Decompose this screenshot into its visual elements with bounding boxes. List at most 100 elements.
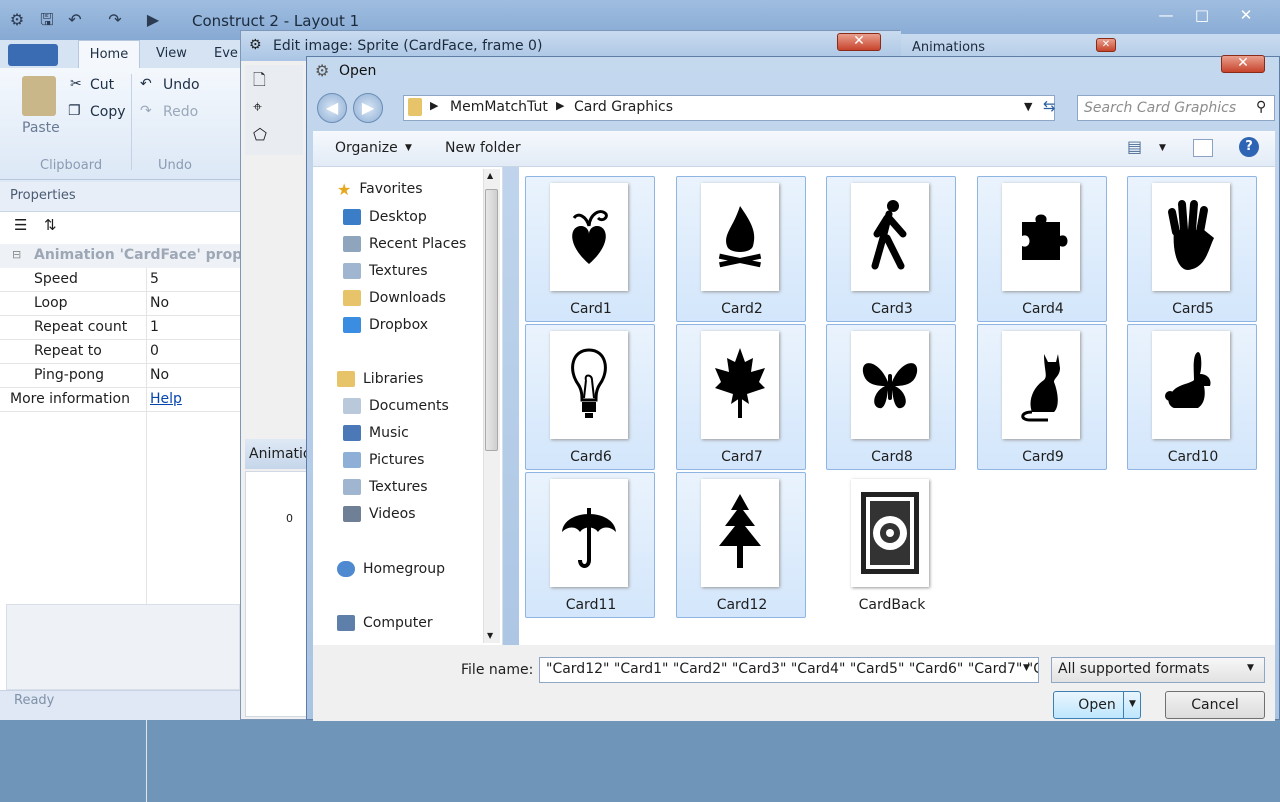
redo-button-icon[interactable]: ↷ — [140, 103, 152, 119]
file-tile-card9[interactable]: Card9 — [977, 324, 1107, 470]
copy-icon[interactable]: ❐ — [68, 103, 81, 119]
run-layout-icon[interactable]: ▶ — [142, 10, 164, 30]
paste-icon[interactable] — [22, 76, 56, 116]
edit-close-icon[interactable]: ✕ — [837, 33, 881, 51]
file-tile-card11[interactable]: Card11 — [525, 472, 655, 618]
redo-button[interactable]: Redo — [163, 104, 198, 120]
new-folder-button[interactable]: New folder — [445, 140, 521, 156]
minimize-icon[interactable]: — — [1148, 6, 1184, 26]
close-icon[interactable]: ✕ — [1228, 6, 1264, 26]
open-split-dropdown-icon[interactable]: ▼ — [1123, 691, 1141, 719]
polygon-icon[interactable]: ⬠ — [253, 125, 267, 144]
property-row-loop[interactable]: Loop No — [0, 292, 240, 316]
organize-menu[interactable]: Organize — [335, 140, 398, 156]
nav-textures-library[interactable]: Textures — [343, 475, 428, 499]
categorized-view-icon[interactable]: ☰ — [14, 216, 27, 234]
help-icon[interactable]: ? — [1239, 137, 1259, 157]
copy-button[interactable]: Copy — [90, 104, 126, 120]
search-icon[interactable]: ⚲ — [1256, 99, 1266, 115]
property-value[interactable]: 0 — [150, 343, 159, 359]
nav-dropbox[interactable]: Dropbox — [343, 313, 428, 337]
redo-icon[interactable]: ↷ — [104, 10, 126, 30]
file-tile-card10[interactable]: Card10 — [1127, 324, 1257, 470]
property-row-repeat-count[interactable]: Repeat count 1 — [0, 316, 240, 340]
nav-textures[interactable]: Textures — [343, 259, 428, 283]
animation-frames-tab[interactable]: Animatio — [245, 439, 312, 469]
save-icon[interactable]: 🖫 — [36, 10, 58, 30]
nav-recent-places[interactable]: Recent Places — [343, 232, 466, 256]
nav-downloads[interactable]: Downloads — [343, 286, 446, 310]
address-bar[interactable]: ▶ MemMatchTut ▶ Card Graphics ▼ — [403, 95, 1055, 121]
scroll-down-icon[interactable]: ▼ — [487, 631, 493, 640]
refresh-icon[interactable]: ⇆ — [1043, 97, 1056, 115]
organize-dropdown-icon[interactable]: ▼ — [405, 143, 412, 153]
search-box[interactable]: Search Card Graphics ⚲ — [1077, 95, 1275, 121]
file-tile-card5[interactable]: Card5 — [1127, 176, 1257, 322]
breadcrumb-card-graphics[interactable]: Card Graphics — [574, 99, 673, 115]
nav-homegroup[interactable]: Homegroup — [337, 557, 445, 581]
nav-desktop[interactable]: Desktop — [343, 205, 427, 229]
file-tile-card6[interactable]: Card6 — [525, 324, 655, 470]
app-gear-icon[interactable]: ⚙ — [6, 10, 28, 30]
app-menu-button[interactable] — [8, 44, 58, 66]
nav-music[interactable]: Music — [343, 421, 409, 445]
view-options-icon[interactable]: ▤ — [1127, 137, 1142, 156]
new-image-icon[interactable]: 🗋 — [253, 69, 266, 96]
forward-arrow-icon[interactable]: ▶ — [353, 93, 383, 123]
address-dropdown-icon[interactable]: ▼ — [1024, 100, 1032, 113]
nav-pictures[interactable]: Pictures — [343, 448, 424, 472]
breadcrumb-chevron-icon[interactable]: ▶ — [430, 99, 438, 112]
file-tile-card2[interactable]: Card2 — [676, 176, 806, 322]
file-tile-card4[interactable]: Card4 — [977, 176, 1107, 322]
nav-scrollbar[interactable]: ▲ ▼ — [483, 169, 500, 643]
scroll-thumb[interactable] — [485, 189, 498, 451]
homegroup-icon — [337, 561, 355, 577]
tab-home[interactable]: Home — [78, 40, 140, 68]
property-value[interactable]: No — [150, 367, 169, 383]
cancel-button[interactable]: Cancel — [1165, 691, 1265, 719]
view-dropdown-icon[interactable]: ▼ — [1159, 143, 1166, 153]
nav-documents[interactable]: Documents — [343, 394, 449, 418]
nav-libraries[interactable]: Libraries — [337, 367, 423, 391]
nav-videos[interactable]: Videos — [343, 502, 416, 526]
paste-button[interactable]: Paste — [22, 120, 60, 136]
dialog-close-icon[interactable]: ✕ — [1221, 55, 1265, 73]
undo-button[interactable]: Undo — [163, 77, 200, 93]
property-value[interactable]: 5 — [150, 271, 159, 287]
property-row-ping-pong[interactable]: Ping-pong No — [0, 364, 240, 388]
nav-computer[interactable]: Computer — [337, 611, 433, 635]
file-tile-card3[interactable]: Card3 — [826, 176, 956, 322]
property-value[interactable]: No — [150, 295, 169, 311]
file-name-dropdown-icon[interactable]: ▼ — [1023, 663, 1030, 673]
sort-alpha-icon[interactable]: ⇅ — [44, 216, 57, 234]
tab-view[interactable]: View — [156, 46, 187, 61]
undo-icon[interactable]: ↶ — [64, 10, 86, 30]
property-row-speed[interactable]: Speed 5 — [0, 268, 240, 292]
property-row-repeat-to[interactable]: Repeat to 0 — [0, 340, 240, 364]
undo-button-icon[interactable]: ↶ — [140, 76, 152, 92]
file-tile-card7[interactable]: Card7 — [676, 324, 806, 470]
file-tile-card12[interactable]: Card12 — [676, 472, 806, 618]
breadcrumb-chevron-icon[interactable]: ▶ — [556, 99, 564, 112]
file-tile-cardback[interactable]: CardBack — [826, 472, 956, 618]
file-tile-card8[interactable]: Card8 — [826, 324, 956, 470]
property-value[interactable]: 1 — [150, 319, 159, 335]
nav-favorites[interactable]: ★ Favorites — [337, 177, 423, 201]
scroll-up-icon[interactable]: ▲ — [487, 171, 493, 180]
tab-events[interactable]: Eve — [214, 46, 238, 61]
cut-icon[interactable]: ✂ — [70, 76, 82, 92]
crosshair-icon[interactable]: ⌖ — [253, 97, 262, 117]
file-type-dropdown-icon[interactable]: ▼ — [1247, 663, 1254, 673]
help-link[interactable]: Help — [150, 391, 182, 407]
back-arrow-icon[interactable]: ◀ — [317, 93, 347, 123]
animations-close-icon[interactable]: ✕ — [1096, 38, 1116, 52]
file-tile-card1[interactable]: Card1 — [525, 176, 655, 322]
file-type-select[interactable]: All supported formats — [1051, 657, 1265, 683]
maximize-icon[interactable]: □ — [1184, 6, 1220, 26]
properties-section-header[interactable]: ⊟ Animation 'CardFace' propert — [0, 244, 265, 268]
cut-button[interactable]: Cut — [90, 77, 114, 93]
breadcrumb-memmatchtut[interactable]: MemMatchTut — [450, 99, 548, 115]
preview-pane-icon[interactable] — [1193, 139, 1213, 157]
file-name-input[interactable]: "Card12" "Card1" "Card2" "Card3" "Card4"… — [539, 657, 1039, 683]
collapse-icon[interactable]: ⊟ — [12, 248, 21, 261]
